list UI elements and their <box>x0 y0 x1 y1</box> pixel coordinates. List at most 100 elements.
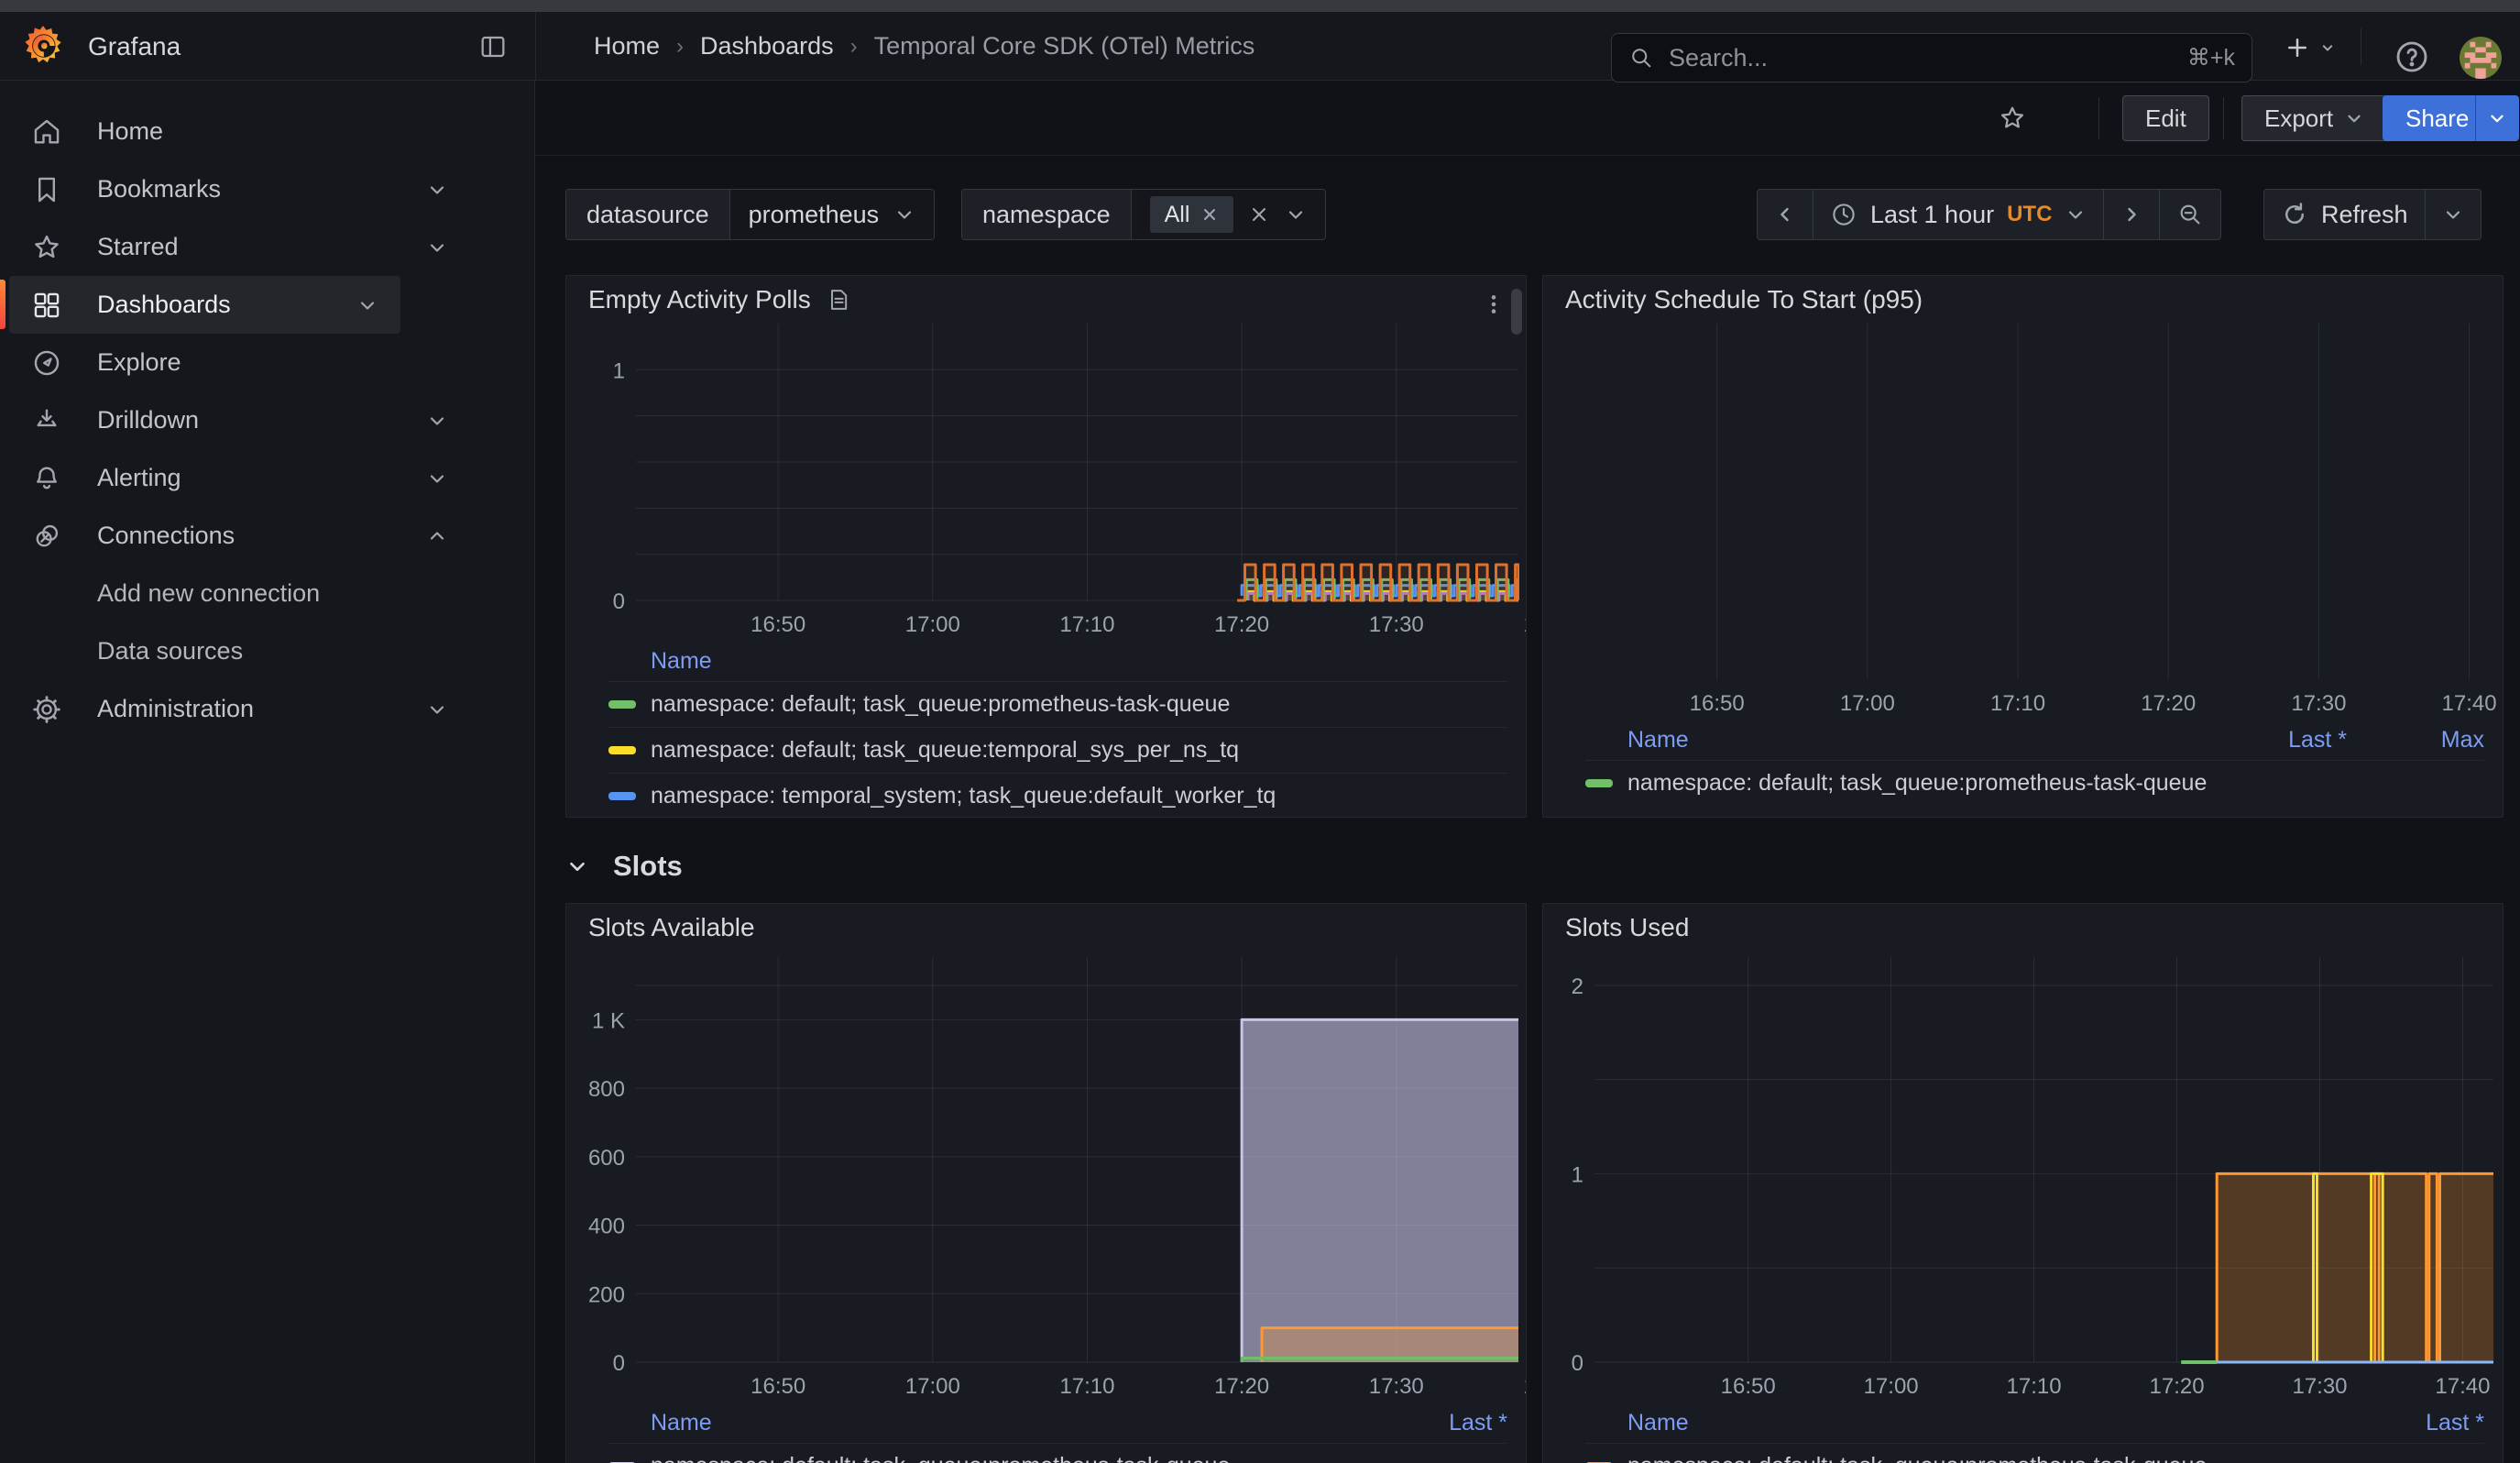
legend-name-header[interactable]: Name <box>1627 1410 2347 1436</box>
breadcrumb-dashboards[interactable]: Dashboards <box>700 32 834 60</box>
chevron-down-icon <box>2065 204 2087 226</box>
svg-text:0: 0 <box>1572 1351 1583 1376</box>
namespace-filter[interactable]: namespace All <box>961 189 1326 240</box>
series-color-pill <box>608 792 636 800</box>
svg-text:17:10: 17:10 <box>1059 612 1114 637</box>
sidebar-item-alerting[interactable]: Alerting <box>0 449 534 507</box>
edit-button[interactable]: Edit <box>2122 95 2209 141</box>
legend-name-header[interactable]: Name <box>651 1410 1370 1436</box>
clock-icon <box>1830 201 1857 228</box>
avatar-pixel-art <box>2460 37 2502 79</box>
sidebar-item-data-sources[interactable]: Data sources <box>0 622 534 680</box>
breadcrumb-separator: › <box>676 34 684 60</box>
search-input[interactable] <box>1667 43 2175 73</box>
chevron-down-icon[interactable] <box>426 468 448 490</box>
legend-column-header[interactable]: Max <box>2347 727 2484 754</box>
clear-all-icon[interactable] <box>1248 204 1270 226</box>
sidebar-item-bookmarks[interactable]: Bookmarks <box>0 160 534 218</box>
user-avatar[interactable] <box>2460 37 2502 79</box>
chevron-down-icon[interactable] <box>426 179 448 201</box>
svg-text:0: 0 <box>613 589 625 614</box>
datasource-filter[interactable]: datasource prometheus <box>565 189 935 240</box>
grafana-logo-icon[interactable] <box>20 23 66 69</box>
sidebar-item-starred[interactable]: Starred <box>0 218 534 276</box>
panel-legend: Name namespace: default; task_queue:prome… <box>566 641 1520 817</box>
sidebar-item-administration[interactable]: Administration <box>0 680 534 738</box>
svg-text:800: 800 <box>588 1077 625 1102</box>
panel-description-icon[interactable] <box>826 287 851 313</box>
sidebar-item-dashboards[interactable]: Dashboards <box>9 276 400 334</box>
add-menu-button[interactable] <box>2284 34 2337 61</box>
legend-column-header[interactable]: Last * <box>2209 727 2347 754</box>
panel-menu-icon[interactable] <box>1482 292 1506 316</box>
sidebar-item-explore[interactable]: Explore <box>0 334 534 391</box>
activity-schedule-chart[interactable]: 16:5017:0017:1017:2017:3017:40 <box>1543 316 2503 720</box>
time-zoom-out-button[interactable] <box>2159 190 2220 239</box>
chevron-down-icon[interactable] <box>426 236 448 258</box>
chevron-down-icon[interactable] <box>426 410 448 432</box>
sidebar-item-connections[interactable]: Connections <box>0 507 534 565</box>
namespace-filter-value[interactable]: All <box>1131 190 1326 239</box>
empty-activity-polls-chart[interactable]: 16:5017:0017:1017:2017:3017:4001 <box>566 318 1526 641</box>
chevron-down-icon <box>2318 38 2337 57</box>
series-name: namespace: default; task_queue:temporal_… <box>651 737 1507 764</box>
star-icon <box>31 232 62 263</box>
close-icon[interactable] <box>1200 205 1219 224</box>
chevron-down-icon <box>1285 204 1307 226</box>
panel-legend: NameLast *namespace: default; task_queue… <box>566 1402 1520 1463</box>
grafana-app: Grafana Home › Dashboards › Temporal Cor… <box>0 0 2520 1463</box>
chevron-right-icon <box>2120 204 2142 226</box>
chevron-up-icon[interactable] <box>426 525 448 547</box>
favorite-star-icon[interactable] <box>1998 104 2027 133</box>
datasource-filter-value[interactable]: prometheus <box>729 190 935 239</box>
legend-row[interactable]: namespace: default; task_queue:temporal_… <box>608 727 1507 773</box>
refresh-button[interactable]: Refresh <box>2264 190 2425 239</box>
legend-name-header[interactable]: Name <box>1627 727 2209 754</box>
search-shortcut-hint: ⌘+k <box>2187 44 2235 72</box>
time-range-picker-button[interactable]: Last 1 hour UTC <box>1813 190 2103 239</box>
slots-section-header[interactable]: Slots <box>565 839 683 894</box>
time-shift-forward-button[interactable] <box>2103 190 2159 239</box>
share-menu-caret-button[interactable] <box>2475 95 2519 141</box>
window-top-strip <box>0 0 2520 12</box>
legend-column-header[interactable]: Last * <box>1370 1410 1507 1436</box>
time-shift-back-button[interactable] <box>1758 190 1813 239</box>
svg-text:17:00: 17:00 <box>1840 691 1895 716</box>
chevron-left-icon <box>1774 204 1796 226</box>
global-search[interactable]: ⌘+k <box>1611 33 2252 82</box>
chevron-down-icon[interactable] <box>356 294 378 316</box>
sidebar-item-home[interactable]: Home <box>0 103 534 160</box>
panel-title: Empty Activity Polls <box>588 285 851 314</box>
legend-name-header[interactable]: Name <box>651 648 1507 675</box>
sidebar-item-drilldown[interactable]: Drilldown <box>0 391 534 449</box>
export-button[interactable]: Export <box>2241 95 2387 141</box>
legend-header: NameLast * <box>608 1402 1507 1443</box>
refresh-controls: Refresh <box>2263 189 2482 240</box>
brand-title[interactable]: Grafana <box>88 12 181 81</box>
panel-legend: NameLast *Max namespace: default; task_qu… <box>1543 720 2497 817</box>
slots-used-chart[interactable]: 16:5017:0017:1017:2017:3017:40012 <box>1543 944 2503 1402</box>
refresh-interval-caret-button[interactable] <box>2425 190 2481 239</box>
series-name: namespace: default; task_queue:prometheu… <box>1627 770 2209 797</box>
series-name: namespace: default; task_queue:prometheu… <box>651 691 1507 718</box>
legend-row[interactable]: namespace: temporal_system; task_queue:d… <box>608 773 1507 817</box>
svg-text:16:50: 16:50 <box>1721 1374 1776 1399</box>
help-icon[interactable] <box>2394 38 2430 75</box>
sidebar-item-add-new-connection[interactable]: Add new connection <box>0 565 534 622</box>
legend-row[interactable]: namespace: default; task_queue:prometheu… <box>1585 1443 2484 1463</box>
breadcrumb-home[interactable]: Home <box>594 32 660 60</box>
legend-row[interactable]: namespace: default; task_queue:prometheu… <box>1585 760 2484 806</box>
panel-activity-schedule-to-start: Activity Schedule To Start (p95) 16:5017… <box>1542 275 2504 818</box>
legend-row[interactable]: namespace: default; task_queue:prometheu… <box>608 681 1507 727</box>
svg-text:17:30: 17:30 <box>2292 1374 2347 1399</box>
legend-row[interactable]: namespace: default; task_queue:prometheu… <box>608 1443 1507 1463</box>
namespace-all-chip[interactable]: All <box>1150 196 1234 233</box>
chevron-down-icon[interactable] <box>426 698 448 720</box>
legend-column-header[interactable]: Last * <box>2347 1410 2484 1436</box>
gear-icon <box>31 694 62 725</box>
sidebar-toggle-icon[interactable] <box>478 32 508 61</box>
legend-header: NameLast *Max <box>1585 720 2484 760</box>
time-range-controls: Last 1 hour UTC <box>1757 189 2221 240</box>
svg-text:17:10: 17:10 <box>2007 1374 2062 1399</box>
slots-available-chart[interactable]: 16:5017:0017:1017:2017:3017:400200400600… <box>566 944 1526 1402</box>
